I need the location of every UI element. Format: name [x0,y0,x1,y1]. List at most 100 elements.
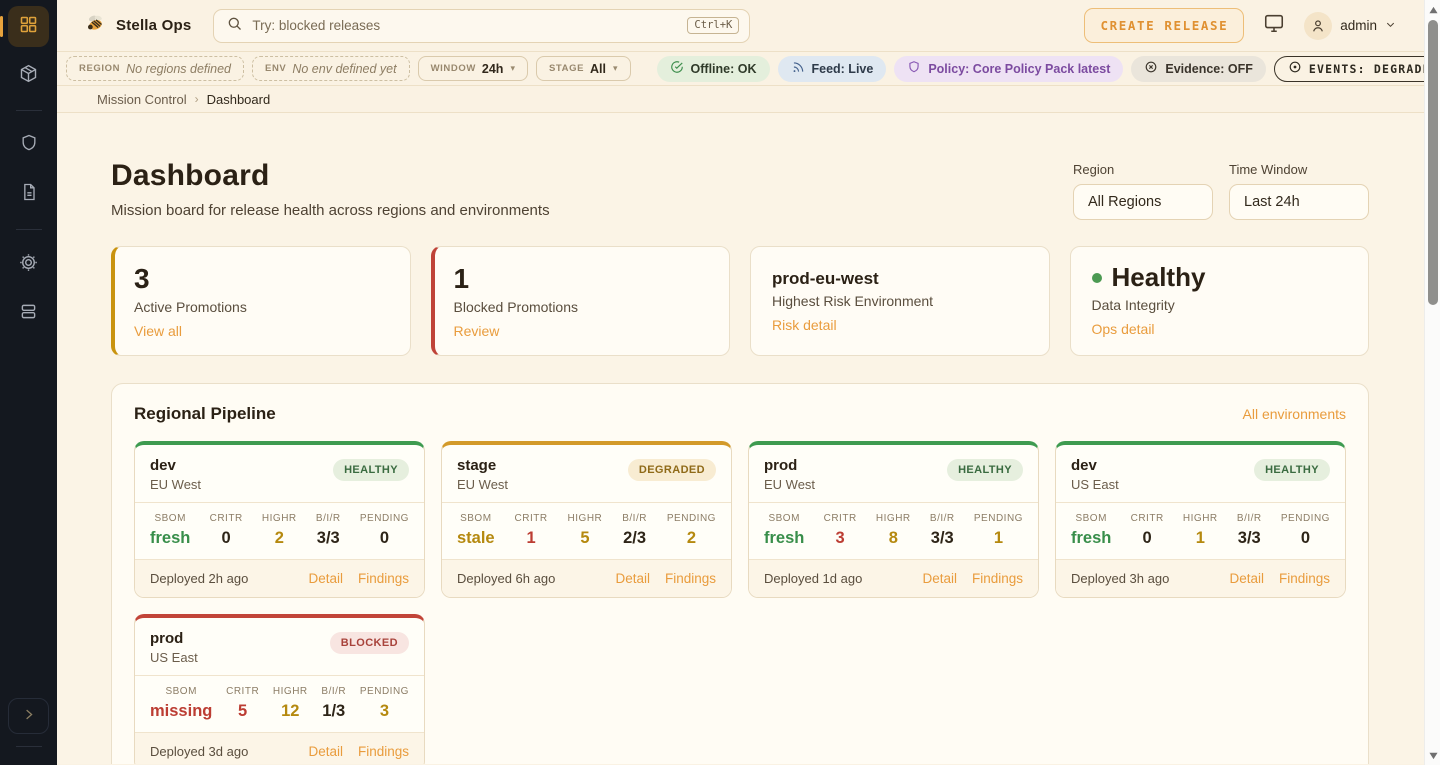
stat-header-highr: HIGHR [568,513,603,524]
avatar [1304,12,1332,40]
deployed-ago: Deployed 3h ago [1071,571,1169,586]
stat-value: 1 [454,264,709,293]
pending-value: 1 [974,529,1023,548]
detail-link[interactable]: Detail [1229,571,1264,586]
bir-value: 2/3 [622,529,647,548]
stat-header-sbom: SBOM [1071,513,1111,524]
offline-status-label: Offline: OK [691,62,757,76]
stat-header-pending: PENDING [1281,513,1330,524]
region-filter-pill[interactable]: REGION No regions defined [66,56,244,81]
findings-link[interactable]: Findings [665,571,716,586]
scroll-down-arrow-icon[interactable] [1425,747,1440,763]
stat-value: 3 [134,264,389,293]
sidebar-item-documents[interactable] [8,174,49,215]
critr-value: 1 [515,529,548,548]
deployed-ago: Deployed 2h ago [150,571,248,586]
stat-label: Data Integrity [1092,297,1348,313]
stat-header-sbom: SBOM [457,513,495,524]
pending-value: 2 [667,529,716,548]
sidebar-item-infrastructure[interactable] [8,293,49,334]
check-circle-icon [670,60,684,77]
stat-header-pending: PENDING [360,513,409,524]
region-name: US East [150,650,198,665]
breadcrumb: Mission Control › Dashboard [57,86,1424,113]
time-window-select-label: Time Window [1229,162,1369,177]
breadcrumb-parent[interactable]: Mission Control [97,92,187,107]
view-all-link[interactable]: View all [134,323,182,339]
window-filter-label: WINDOW [431,63,476,74]
region-name: EU West [150,477,201,492]
global-search[interactable]: Ctrl+K [213,9,750,43]
pending-value: 3 [360,702,409,721]
events-status-pill[interactable]: EVENTS: DEGRADED [1274,56,1440,82]
stat-header-critr: CRITR [1131,513,1164,524]
critr-value: 5 [226,702,259,721]
highr-value: 5 [568,529,603,548]
rss-icon [791,60,805,77]
stat-value: prod-eu-west [772,264,1028,288]
sidebar-divider [16,110,42,111]
chevron-down-icon: ▾ [510,63,515,74]
all-environments-link[interactable]: All environments [1243,406,1347,422]
env-filter-value: No env defined yet [292,62,396,76]
scrollbar-thumb[interactable] [1428,20,1438,305]
stat-card-active-promotions: 3 Active Promotions View all [111,246,411,356]
monitor-icon[interactable] [1263,12,1285,39]
search-input[interactable] [252,18,678,33]
findings-link[interactable]: Findings [972,571,1023,586]
scroll-up-arrow-icon[interactable] [1425,2,1440,18]
stat-header-critr: CRITR [226,686,259,697]
ops-detail-link[interactable]: Ops detail [1092,321,1155,337]
target-dot-icon [1288,60,1302,77]
region-name: EU West [764,477,815,492]
review-link[interactable]: Review [454,323,500,339]
sidebar-expand-button[interactable] [8,698,49,734]
findings-link[interactable]: Findings [1279,571,1330,586]
stat-label: Active Promotions [134,299,389,315]
detail-link[interactable]: Detail [308,571,343,586]
app-logo[interactable]: Stella Ops [84,12,191,39]
document-icon [19,182,39,207]
pipeline-card-prod-us-east: prod US East BLOCKED SBOMmissing CRITR5 … [134,614,425,764]
app-name: Stella Ops [116,17,191,34]
create-release-button[interactable]: CREATE RELEASE [1084,8,1244,43]
offline-status-pill[interactable]: Offline: OK [657,56,770,82]
sidebar-item-settings[interactable] [8,244,49,285]
policy-status-pill[interactable]: Policy: Core Policy Pack latest [894,56,1123,82]
stat-label: Blocked Promotions [454,299,709,315]
feed-status-pill[interactable]: Feed: Live [778,56,887,82]
breadcrumb-current: Dashboard [207,92,271,107]
stat-header-pending: PENDING [360,686,409,697]
stat-header-pending: PENDING [667,513,716,524]
env-filter-pill[interactable]: ENV No env defined yet [252,56,410,81]
window-filter-pill[interactable]: WINDOW 24h ▾ [418,56,528,81]
findings-link[interactable]: Findings [358,744,409,759]
evidence-status-pill[interactable]: Evidence: OFF [1131,56,1266,82]
sbom-value: fresh [1071,529,1111,548]
sidebar-item-dashboard[interactable] [8,6,49,47]
findings-link[interactable]: Findings [358,571,409,586]
region-select-label: Region [1073,162,1213,177]
user-menu[interactable]: admin [1304,12,1396,40]
scrollbar[interactable] [1424,0,1440,765]
highr-value: 2 [262,529,297,548]
sidebar-item-packages[interactable] [8,55,49,96]
detail-link[interactable]: Detail [308,744,343,759]
risk-detail-link[interactable]: Risk detail [772,317,837,333]
package-icon [18,63,39,89]
context-bar: REGION No regions defined ENV No env def… [57,52,1424,86]
bir-value: 1/3 [321,702,346,721]
sidebar-item-security[interactable] [8,125,49,166]
region-select[interactable]: All Regions [1073,184,1213,220]
time-window-select[interactable]: Last 24h [1229,184,1369,220]
stat-header-sbom: SBOM [764,513,804,524]
sidebar-divider [16,746,42,747]
stage-filter-pill[interactable]: STAGE All ▾ [536,56,631,81]
detail-link[interactable]: Detail [615,571,650,586]
chevron-down-icon [1385,17,1396,35]
stat-card-data-integrity: Healthy Data Integrity Ops detail [1070,246,1370,356]
pending-value: 0 [1281,529,1330,548]
regional-pipeline-panel: Regional Pipeline All environments dev E… [111,383,1369,764]
detail-link[interactable]: Detail [922,571,957,586]
pipeline-card-dev-us-east: dev US East HEALTHY SBOMfresh CRITR0 HIG… [1055,441,1346,598]
